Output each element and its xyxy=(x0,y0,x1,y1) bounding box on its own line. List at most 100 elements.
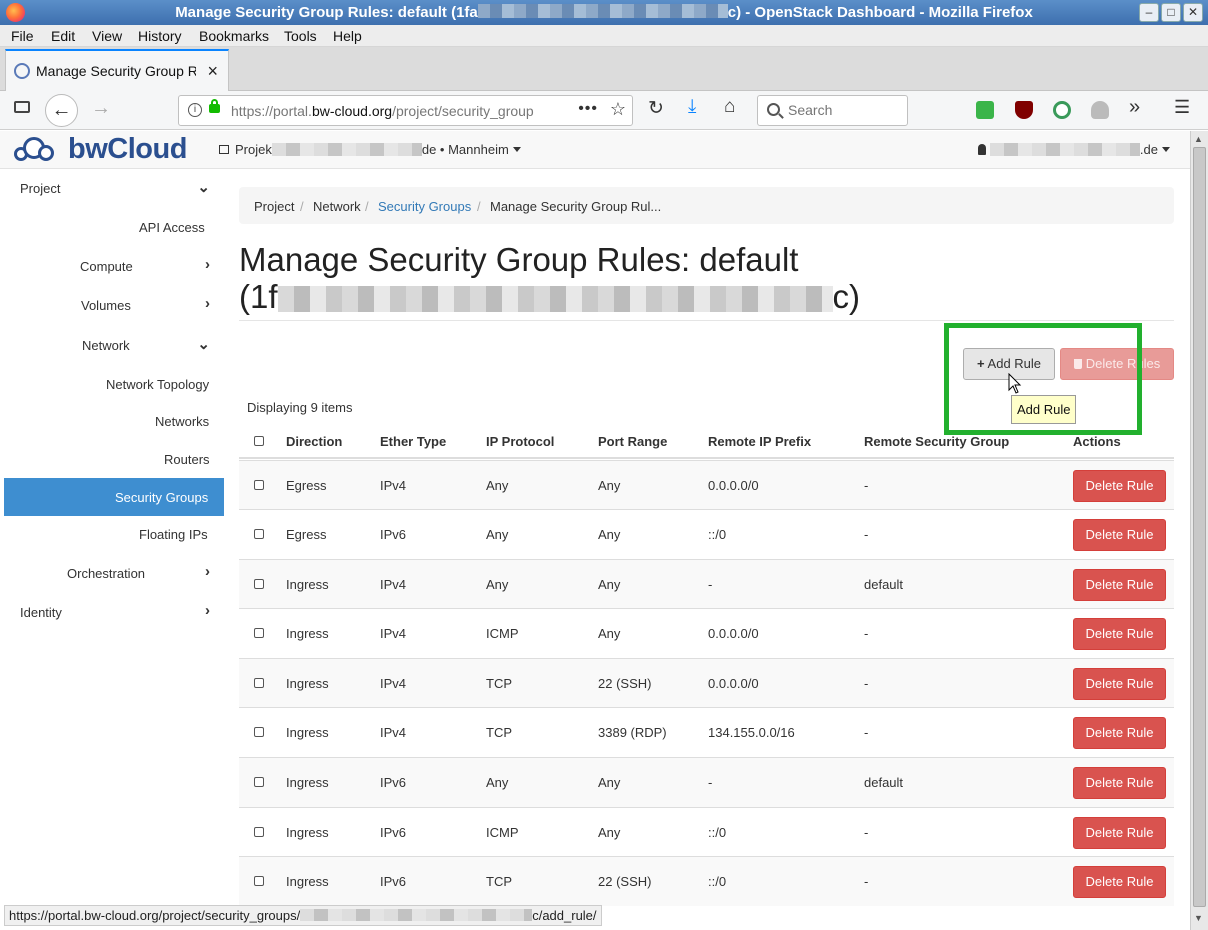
hamburger-menu-icon[interactable]: ☰ xyxy=(1174,97,1190,118)
sidebar-item-routers[interactable]: Routers xyxy=(4,440,224,477)
column-header[interactable]: Remote IP Prefix xyxy=(708,434,811,449)
row-checkbox[interactable] xyxy=(254,529,264,539)
sidebar-item-label: Security Groups xyxy=(115,490,209,505)
row-checkbox[interactable] xyxy=(254,579,264,589)
sidebar-toggle-icon[interactable] xyxy=(14,101,30,113)
sidebar-item-label: Project xyxy=(20,181,61,196)
cell-remote-ip-prefix: - xyxy=(708,775,713,790)
sidebar-item-security-groups[interactable]: Security Groups xyxy=(4,478,224,516)
forward-button[interactable]: → xyxy=(91,97,111,120)
ublock-icon[interactable] xyxy=(1015,101,1033,119)
minimize-button[interactable]: – xyxy=(1139,3,1159,22)
delete-rule-button[interactable]: Delete Rule xyxy=(1073,817,1166,849)
maximize-button[interactable]: □ xyxy=(1161,3,1181,22)
bookmark-star-icon[interactable]: ☆ xyxy=(610,99,626,120)
overflow-menu-icon[interactable]: » xyxy=(1129,96,1140,119)
row-checkbox[interactable] xyxy=(254,827,264,837)
delete-rule-button[interactable]: Delete Rule xyxy=(1073,569,1166,601)
row-checkbox[interactable] xyxy=(254,876,264,886)
column-header[interactable]: IP Protocol xyxy=(486,434,554,449)
breadcrumb-security-groups[interactable]: Security Groups xyxy=(378,199,471,214)
cell-ip-protocol: TCP xyxy=(486,874,512,889)
sidebar-item-api-access[interactable]: API Access xyxy=(4,208,224,245)
breadcrumb-current: Manage Security Group Rul... xyxy=(490,199,662,214)
url-text[interactable]: https://portal.bw-cloud.org/project/secu… xyxy=(231,103,541,119)
page-title-id-start: (1f xyxy=(239,278,278,315)
menu-history[interactable]: History xyxy=(138,28,182,44)
delete-rule-button[interactable]: Delete Rule xyxy=(1073,767,1166,799)
delete-rule-button[interactable]: Delete Rule xyxy=(1073,866,1166,898)
sidebar-item-network[interactable]: Network ⌄ xyxy=(4,326,224,363)
browser-tab[interactable]: Manage Security Group Ru × xyxy=(5,49,229,91)
cell-port-range: Any xyxy=(598,626,621,641)
cell-ip-protocol: Any xyxy=(486,478,509,493)
column-header[interactable]: Remote Security Group xyxy=(864,434,1009,449)
menu-edit[interactable]: Edit xyxy=(51,28,75,44)
row-checkbox[interactable] xyxy=(254,727,264,737)
breadcrumb-network: Network xyxy=(313,199,361,214)
scroll-down-icon[interactable]: ▼ xyxy=(1194,913,1203,923)
cell-remote-ip-prefix: ::/0 xyxy=(708,874,727,889)
select-all-checkbox[interactable] xyxy=(254,436,264,446)
sidebar-item-floating-ips[interactable]: Floating IPs xyxy=(4,515,224,552)
delete-rule-button[interactable]: Delete Rule xyxy=(1073,519,1166,551)
column-header[interactable]: Direction xyxy=(286,434,342,449)
sidebar-item-network-topology[interactable]: Network Topology xyxy=(4,365,224,402)
menu-file[interactable]: File xyxy=(11,28,34,44)
delete-rule-button[interactable]: Delete Rule xyxy=(1073,618,1166,650)
download-icon[interactable]: ⤓ xyxy=(688,96,696,118)
cell-ether-type: IPv4 xyxy=(380,676,407,691)
row-checkbox[interactable] xyxy=(254,678,264,688)
url-bar[interactable]: i https://portal.bw-cloud.org/project/se… xyxy=(178,95,633,126)
menu-tools[interactable]: Tools xyxy=(284,28,317,44)
caret-down-icon xyxy=(1162,147,1170,152)
column-header[interactable]: Port Range xyxy=(598,434,667,449)
status-bar: https://portal.bw-cloud.org/project/secu… xyxy=(4,905,602,926)
extension-gray-icon[interactable] xyxy=(1091,101,1109,119)
menu-view[interactable]: View xyxy=(92,28,122,44)
cell-remote-ip-prefix: - xyxy=(708,577,713,592)
scrollbar-thumb[interactable] xyxy=(1193,147,1206,907)
vertical-scrollbar[interactable]: ▲ ▼ xyxy=(1190,131,1208,930)
cell-remote-security-group: - xyxy=(864,825,869,840)
reload-icon[interactable]: ↻ xyxy=(648,97,664,120)
brand-name: bwCloud xyxy=(68,133,187,165)
tab-strip: Manage Security Group Ru × xyxy=(0,47,1208,91)
project-selector[interactable]: Projek de • Mannheim xyxy=(219,142,521,157)
lock-icon[interactable] xyxy=(209,99,220,113)
row-checkbox[interactable] xyxy=(254,777,264,787)
delete-rule-button[interactable]: Delete Rule xyxy=(1073,717,1166,749)
sidebar-item-identity[interactable]: Identity › xyxy=(4,593,224,630)
search-bar[interactable] xyxy=(757,95,908,126)
row-checkbox[interactable] xyxy=(254,628,264,638)
scroll-up-icon[interactable]: ▲ xyxy=(1194,134,1203,144)
delete-rule-button[interactable]: Delete Rule xyxy=(1073,668,1166,700)
menu-help[interactable]: Help xyxy=(333,28,362,44)
sidebar-item-project[interactable]: Project ⌄ xyxy=(4,169,224,206)
extension-circle-icon[interactable] xyxy=(1053,101,1071,119)
user-menu[interactable]: .de xyxy=(977,142,1170,157)
cell-remote-security-group: default xyxy=(864,577,904,592)
extension-green-icon[interactable] xyxy=(976,101,994,119)
page-actions-icon[interactable]: ••• xyxy=(578,100,598,118)
table-row: Ingress IPv6 TCP 22 (SSH) ::/0 - Delete … xyxy=(239,856,1174,906)
sidebar-item-volumes[interactable]: Volumes › xyxy=(4,286,224,323)
sidebar-item-compute[interactable]: Compute › xyxy=(4,247,224,284)
back-button[interactable]: ← xyxy=(45,94,78,127)
home-icon[interactable]: ⌂ xyxy=(724,96,735,118)
close-window-button[interactable]: ✕ xyxy=(1183,3,1203,22)
row-checkbox[interactable] xyxy=(254,480,264,490)
sidebar-item-label: API Access xyxy=(139,220,205,235)
sidebar-item-networks[interactable]: Networks xyxy=(4,402,224,439)
delete-rule-button[interactable]: Delete Rule xyxy=(1073,470,1166,502)
sidebar-item-orchestration[interactable]: Orchestration › xyxy=(4,554,224,591)
info-icon[interactable]: i xyxy=(188,103,202,117)
sidebar-item-label: Networks xyxy=(155,414,210,429)
search-input[interactable] xyxy=(788,102,898,118)
column-header[interactable]: Ether Type xyxy=(380,434,446,449)
table-header: Direction Ether Type IP Protocol Port Ra… xyxy=(239,425,1174,459)
cell-port-range: Any xyxy=(598,478,621,493)
menu-bookmarks[interactable]: Bookmarks xyxy=(199,28,269,44)
close-tab-icon[interactable]: × xyxy=(207,61,218,82)
breadcrumb-separator: / xyxy=(365,199,369,214)
